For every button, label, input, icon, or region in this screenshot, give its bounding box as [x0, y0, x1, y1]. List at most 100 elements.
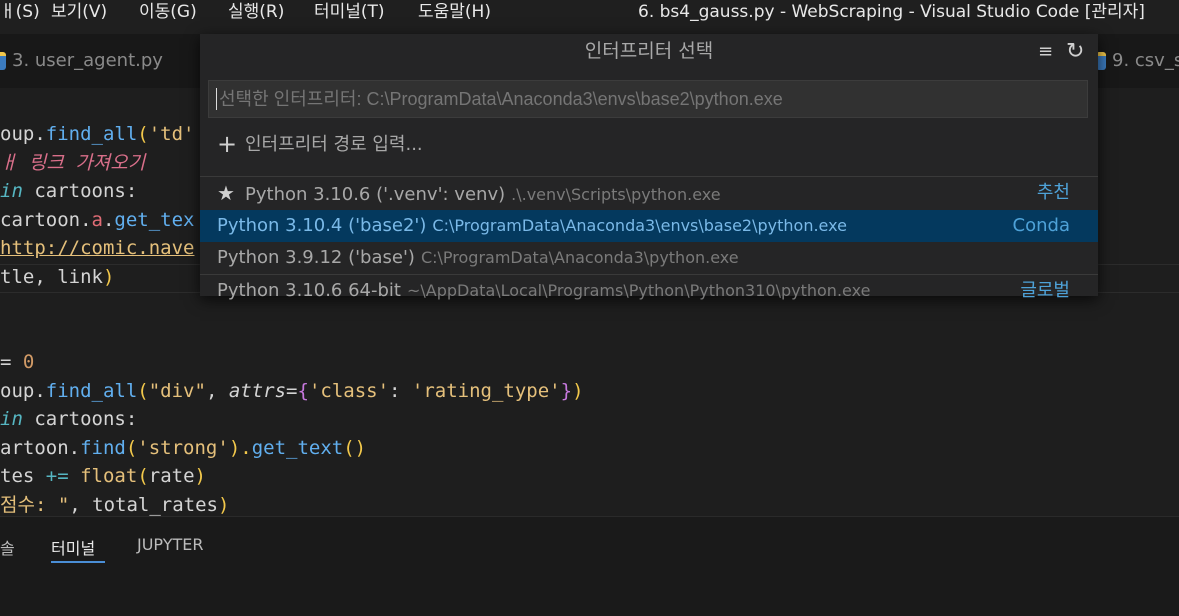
code-line: tes += float(rate)	[0, 462, 206, 490]
code-token: , total_rates	[69, 493, 218, 516]
enter-path-label: 인터프리터 경로 입력...	[245, 134, 423, 155]
code-token: cartoons:	[22, 180, 138, 202]
star-icon: ★	[217, 181, 235, 205]
interpreter-path: .\.venv\Scripts\python.exe	[511, 185, 721, 204]
code-token: find_all	[45, 123, 138, 145]
code-line: http://comic.nave	[0, 234, 194, 262]
code-token: .	[102, 208, 115, 231]
code-line: 점수: ", total_rates)	[0, 491, 229, 519]
code-token: find	[80, 436, 126, 459]
interpreter-search-input[interactable]	[208, 80, 1088, 118]
code-token: 'td'	[148, 123, 195, 145]
code-line: artoon.find('strong').get_text()	[0, 434, 366, 462]
refresh-icon[interactable]: ↻	[1066, 40, 1088, 64]
code-line: ㅐ 링크 가져오기	[0, 149, 145, 177]
code-token: ,	[205, 379, 229, 402]
code-token: (	[125, 436, 138, 459]
interpreter-option[interactable]: Python 3.10.4 ('base2') C:\ProgramData\An…	[200, 210, 1098, 242]
code-token: cartoons:	[22, 408, 138, 430]
code-token: in	[0, 408, 23, 430]
panel-tab-solution[interactable]: 솔	[0, 535, 15, 559]
interpreter-badge: 글로벌	[1020, 280, 1070, 301]
plus-icon: +	[217, 130, 238, 158]
code-token: (	[137, 123, 149, 145]
code-token: )	[572, 379, 584, 402]
code-token: )	[218, 493, 230, 516]
title-bar: ㅐ(S) 보기(V) 이동(G) 실행(R) 터미널(T) 도움말(H) 6. …	[0, 0, 1179, 34]
tab-user-agent[interactable]: 3. user_agent.py	[0, 34, 163, 88]
code-token: "div"	[148, 379, 206, 402]
code-token: http://comic.nave	[0, 237, 195, 259]
tab-csv[interactable]: 9. csv_s	[1096, 34, 1179, 88]
code-token: attrs	[228, 379, 287, 402]
enter-interpreter-path-item[interactable]: + 인터프리터 경로 입력...	[200, 128, 1098, 160]
bottom-panel: 솔 터미널 JUPYTER	[0, 516, 1179, 616]
panel-tab-terminal[interactable]: 터미널	[51, 535, 95, 559]
code-token: :	[389, 379, 412, 402]
code-token: oup.	[0, 379, 46, 402]
interpreter-option[interactable]: Python 3.9.12 ('base') C:\ProgramData\Ana…	[200, 242, 1098, 274]
quick-pick-actions: ≡ ↻	[1038, 40, 1088, 64]
active-tab-indicator	[51, 561, 105, 563]
code-token: )	[102, 265, 115, 288]
code-token: oup.	[0, 123, 46, 145]
menu-item-terminal[interactable]: 터미널(T)	[314, 0, 385, 24]
quick-pick-title: 인터프리터 선택	[584, 40, 714, 62]
code-token: }	[560, 379, 573, 402]
code-token: 0	[22, 351, 35, 373]
code-token: 'rating_type'	[411, 379, 561, 402]
interpreter-quick-pick: 인터프리터 선택 ≡ ↻ + 인터프리터 경로 입력... ★ Python 3.1…	[200, 34, 1098, 301]
code-token: ㅐ 링크 가져오기	[0, 151, 146, 174]
panel-tab-jupyter[interactable]: JUPYTER	[137, 535, 204, 554]
tab-label: 9. csv_s	[1112, 50, 1179, 71]
code-token: tes	[0, 465, 46, 487]
interpreter-badge: 추천	[1036, 182, 1070, 203]
text-caret	[216, 88, 217, 110]
code-token: in	[0, 180, 23, 202]
code-token: find_all	[45, 379, 138, 402]
interpreter-path: C:\ProgramData\Anaconda3\envs\base2\pyth…	[432, 216, 847, 235]
code-token: 'strong'	[137, 436, 229, 459]
interpreter-label: Python 3.10.6 ('.venv': venv)	[245, 184, 506, 205]
interpreter-label: Python 3.10.6 64-bit	[217, 280, 401, 301]
tab-label: 3. user_agent.py	[12, 50, 163, 71]
code-token: float	[80, 465, 138, 487]
code-token: get_tex	[114, 208, 195, 231]
code-token: cartoon.	[0, 208, 92, 231]
interpreter-option[interactable]: ★ Python 3.10.6 ('.venv': venv) .\.venv\Sc…	[200, 176, 1098, 209]
code-line: oup.find_all("div", attrs={'class': 'rat…	[0, 377, 584, 405]
code-token: rate	[148, 465, 195, 487]
code-token: (	[137, 379, 149, 402]
code-token: a	[91, 208, 103, 231]
interpreter-option[interactable]: Python 3.10.6 64-bit ~\AppData\Local\Prog…	[200, 274, 1098, 307]
code-line: cartoon.a.get_tex	[0, 206, 195, 234]
window-title: 6. bs4_gauss.py - WebScraping - Visual S…	[638, 2, 1145, 22]
code-token: get_text	[251, 436, 344, 459]
code-line: = 0	[0, 348, 34, 376]
code-token: =	[286, 379, 298, 402]
menu-item-view[interactable]: 보기(V)	[51, 0, 107, 24]
code-line: tle, link)	[0, 263, 114, 291]
code-token: +=	[45, 465, 69, 487]
python-file-icon	[0, 52, 6, 70]
menu-item-help[interactable]: 도움말(H)	[418, 0, 491, 24]
code-token: 'class'	[308, 379, 390, 402]
code-token: ()	[343, 436, 367, 459]
code-token: =	[0, 351, 23, 373]
interpreter-path: C:\ProgramData\Anaconda3\python.exe	[420, 248, 739, 267]
menu-item-go[interactable]: 이동(G)	[139, 0, 197, 24]
code-token: )	[194, 465, 206, 487]
code-token: {	[297, 379, 309, 402]
menu-item-run[interactable]: 실행(R)	[228, 0, 284, 24]
clear-all-icon[interactable]: ≡	[1038, 43, 1060, 61]
menu-item-selection[interactable]: ㅐ(S)	[0, 0, 40, 24]
interpreter-badge: Conda	[1012, 215, 1070, 236]
code-line: in cartoons:	[0, 177, 137, 205]
code-line: in cartoons:	[0, 405, 137, 433]
code-line: oup.find_all('td'	[0, 120, 195, 148]
code-token: ).	[228, 436, 252, 459]
interpreter-label: Python 3.10.4 ('base2')	[217, 215, 427, 236]
code-token: tle, link	[0, 265, 103, 288]
interpreter-label: Python 3.9.12 ('base')	[217, 247, 415, 268]
